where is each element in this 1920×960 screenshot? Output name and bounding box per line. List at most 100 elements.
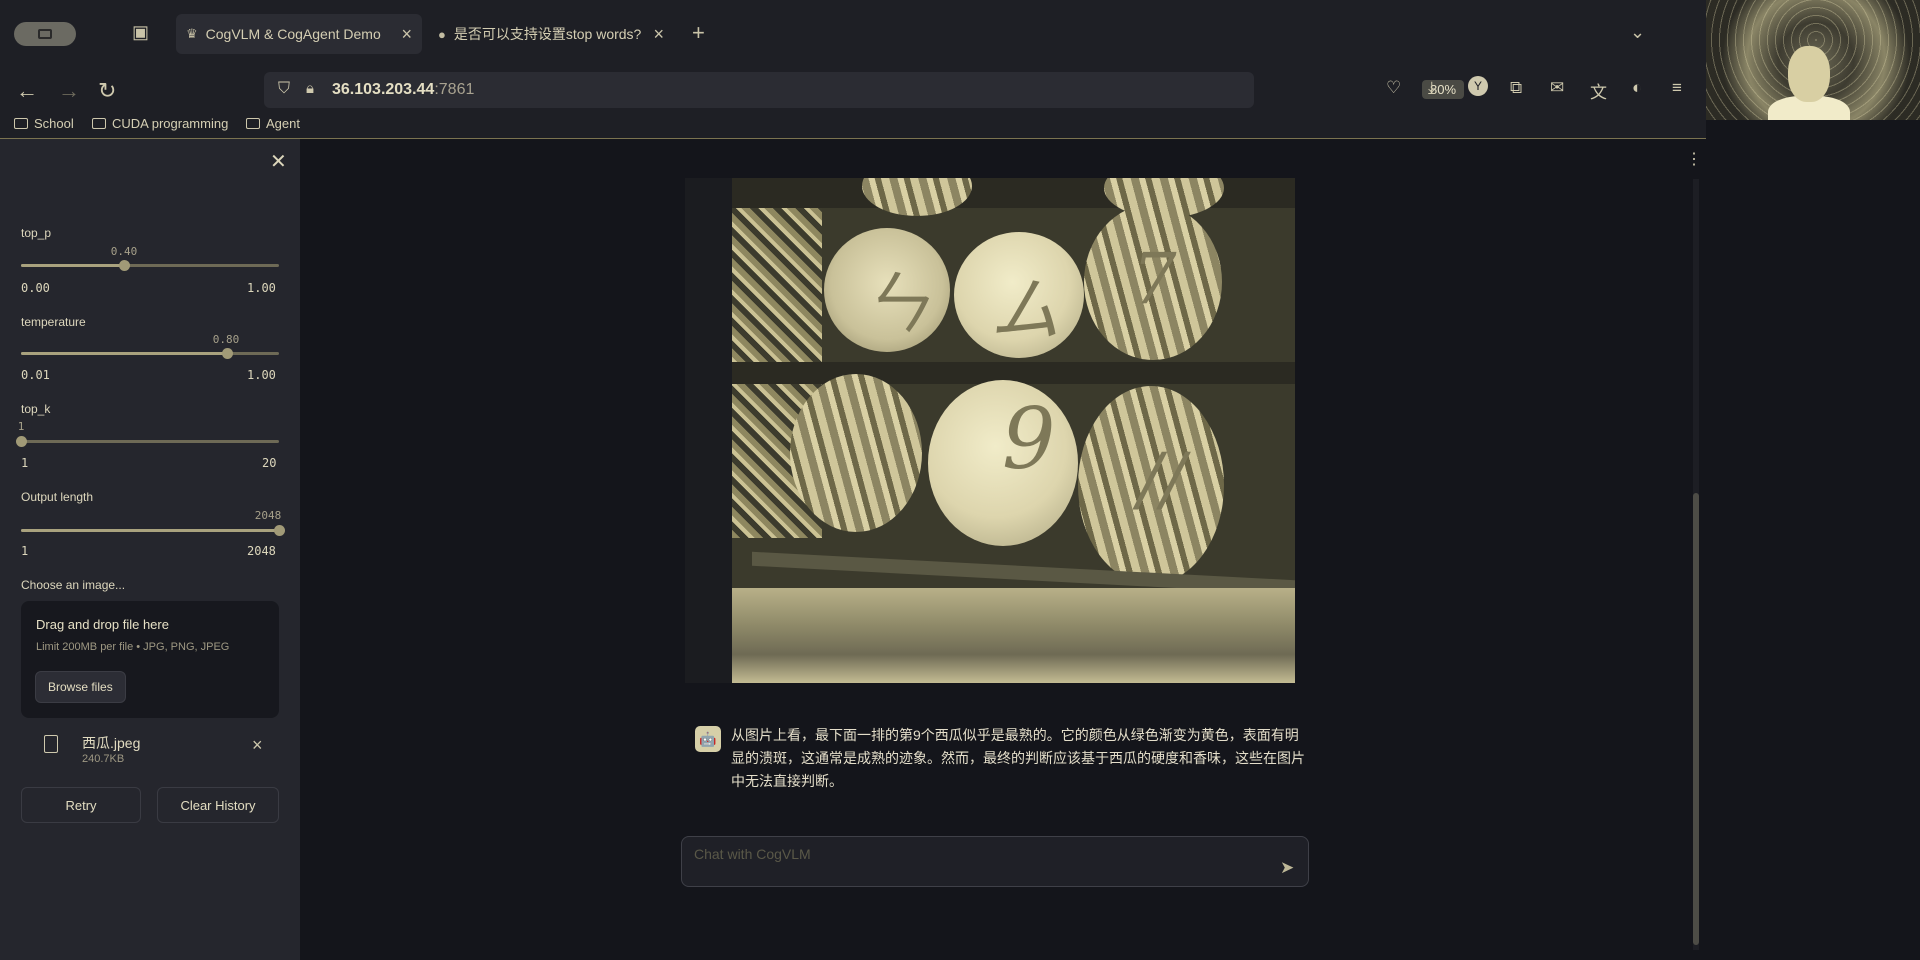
handwritten-mark: ム xyxy=(990,269,1060,351)
handwritten-mark: // xyxy=(1138,438,1186,520)
close-icon[interactable]: ✕ xyxy=(270,149,287,174)
slider-temperature[interactable] xyxy=(21,348,279,359)
dropzone-title: Drag and drop file here xyxy=(36,617,169,632)
send-icon[interactable]: ➤ xyxy=(1280,858,1294,878)
dropzone-limit: Limit 200MB per file • JPG, PNG, JPEG xyxy=(36,641,230,653)
folder-icon xyxy=(92,118,106,129)
folder-icon xyxy=(246,118,260,129)
clear-history-button[interactable]: Clear History xyxy=(157,787,279,823)
sidebar-toggle-icon[interactable] xyxy=(14,22,76,46)
slider-value-top-k: 1 xyxy=(17,420,25,433)
webcam-overlay xyxy=(1706,0,1920,120)
tab-bar: ▣ ♛ CogVLM & CogAgent Demo × ● 是否可以支持设置s… xyxy=(0,0,1706,68)
file-name: 西瓜.jpeg xyxy=(82,735,141,751)
file-dropzone[interactable]: Drag and drop file here Limit 200MB per … xyxy=(21,601,279,718)
watermelon-4 xyxy=(790,374,922,532)
address-bar[interactable]: ⛉ 🔒︎ 36.103.203.44:7861 80% ☆ xyxy=(264,72,1488,108)
slider-thumb[interactable] xyxy=(119,260,131,271)
close-tab-icon[interactable]: × xyxy=(401,24,412,45)
translate-extension-icon[interactable]: ✉ xyxy=(1550,78,1564,98)
crown-favicon-icon: ♛ xyxy=(186,26,198,41)
slider-thumb[interactable] xyxy=(16,436,27,447)
scrollbar-thumb[interactable] xyxy=(1693,493,1699,945)
slider-value-output-length: 2048 xyxy=(254,509,282,522)
downloads-icon[interactable]: ⤓ xyxy=(1428,78,1436,98)
tab-overview-icon[interactable]: ▣ xyxy=(132,22,149,43)
remove-file-icon[interactable]: × xyxy=(252,735,263,756)
tab-list-chevron-icon[interactable]: ⌄ xyxy=(1630,22,1645,43)
chat-input-box[interactable]: ➤ xyxy=(681,836,1309,887)
person-face xyxy=(1788,46,1830,102)
lock-icon[interactable]: 🔒︎ xyxy=(306,80,314,97)
handwritten-mark: 7 xyxy=(1132,238,1177,320)
navigation-bar: ← → ↻ ⛉ 🔒︎ 36.103.203.44:7861 80% ☆ xyxy=(0,68,1706,112)
folder-icon xyxy=(14,118,28,129)
slider-label-top-p: top_p xyxy=(21,226,52,240)
new-tab-icon[interactable]: + xyxy=(692,20,705,46)
slider-min: 0.00 xyxy=(21,281,50,295)
handwritten-mark: ㄣ xyxy=(860,263,930,345)
slider-thumb[interactable] xyxy=(221,348,233,359)
github-favicon-icon: ● xyxy=(438,26,446,42)
uploaded-image-card: ㄣ ム 7 9 // xyxy=(685,178,1295,683)
url-text: 36.103.203.44:7861 xyxy=(332,81,475,98)
back-icon[interactable]: ← xyxy=(16,78,38,104)
slider-top-p[interactable] xyxy=(21,260,279,271)
more-options-icon[interactable]: ⋮ xyxy=(1686,149,1702,169)
slider-output-length[interactable] xyxy=(21,525,285,536)
tab-label: 是否可以支持设置stop words? xyxy=(453,26,642,42)
pocket-icon[interactable]: ♡ xyxy=(1386,78,1401,98)
slider-label-temperature: temperature xyxy=(21,315,86,329)
tab-stop-words-issue[interactable]: ● 是否可以支持设置stop words? × xyxy=(428,14,674,54)
browse-files-button[interactable]: Browse files xyxy=(35,671,126,703)
handwritten-mark: 9 xyxy=(1002,390,1056,488)
slider-fill xyxy=(21,529,279,532)
bot-avatar-icon: 🤖 xyxy=(695,726,721,752)
forward-icon[interactable]: → xyxy=(58,78,80,104)
bookmark-agent[interactable]: Agent xyxy=(246,116,300,131)
slider-max: 1.00 xyxy=(247,281,276,295)
glass-front xyxy=(732,588,1295,683)
tab-cogvlm-demo[interactable]: ♛ CogVLM & CogAgent Demo × xyxy=(176,14,422,54)
file-icon xyxy=(44,735,58,753)
close-tab-icon[interactable]: × xyxy=(653,24,664,45)
slider-fill xyxy=(21,264,125,267)
slider-label-output-length: Output length xyxy=(21,490,94,504)
tab-label: CogVLM & CogAgent Demo xyxy=(205,26,381,42)
slider-min: 1 xyxy=(21,456,29,470)
bookmark-school[interactable]: School xyxy=(14,116,74,131)
extensions-icon[interactable]: ⧉ xyxy=(1510,78,1522,98)
scrollbar[interactable] xyxy=(1693,179,1699,950)
desktop-background xyxy=(1706,0,1920,960)
assistant-reply-text: 从图片上看，最下面一排的第9个西瓜似乎是最熟的。它的颜色从绿色渐变为黄色，表面有… xyxy=(731,727,1305,789)
watermelon-photo: ㄣ ム 7 9 // xyxy=(732,178,1295,683)
slider-min: 0.01 xyxy=(21,368,50,382)
slider-min: 1 xyxy=(21,544,29,558)
retry-button[interactable]: Retry xyxy=(21,787,141,823)
file-size: 240.7KB xyxy=(82,753,125,765)
watermelon-top-partial xyxy=(862,178,972,216)
slider-value-temperature: 0.80 xyxy=(212,333,240,346)
slider-max: 20 xyxy=(262,456,277,470)
slider-thumb[interactable] xyxy=(274,525,285,536)
slider-value-top-p: 0.40 xyxy=(110,245,138,258)
slider-fill xyxy=(21,352,227,355)
account-avatar-icon[interactable]: Y xyxy=(1468,76,1488,96)
uploaded-file: 西瓜.jpeg 240.7KB × xyxy=(40,731,280,771)
settings-sidebar: ✕ top_p 0.40 0.00 1.00 temperature 0.80 … xyxy=(0,139,300,960)
reload-icon[interactable]: ↻ xyxy=(98,78,116,104)
slider-max: 1.00 xyxy=(247,368,276,382)
chat-input[interactable] xyxy=(692,843,1256,865)
slider-label-top-k: top_k xyxy=(21,402,51,416)
uploader-label: Choose an image... xyxy=(21,578,126,592)
language-icon[interactable]: 文 xyxy=(1590,78,1607,103)
theme-icon[interactable]: ◐ xyxy=(1632,78,1642,98)
bookmarks-bar: School CUDA programming Agent xyxy=(0,112,1706,139)
slider-max: 2048 xyxy=(247,544,276,558)
shield-icon[interactable]: ⛉ xyxy=(278,80,290,98)
menu-icon[interactable]: ≡ xyxy=(1672,78,1682,98)
slider-top-k[interactable] xyxy=(16,436,279,447)
browser-window: ▣ ♛ CogVLM & CogAgent Demo × ● 是否可以支持设置s… xyxy=(0,0,1706,960)
bookmark-cuda[interactable]: CUDA programming xyxy=(92,116,228,131)
main-content: ⋮ ㄣ ム 7 9 // 🤖 从图片上看，最下面一排的第9个西瓜似乎是最熟的。它… xyxy=(300,139,1706,960)
